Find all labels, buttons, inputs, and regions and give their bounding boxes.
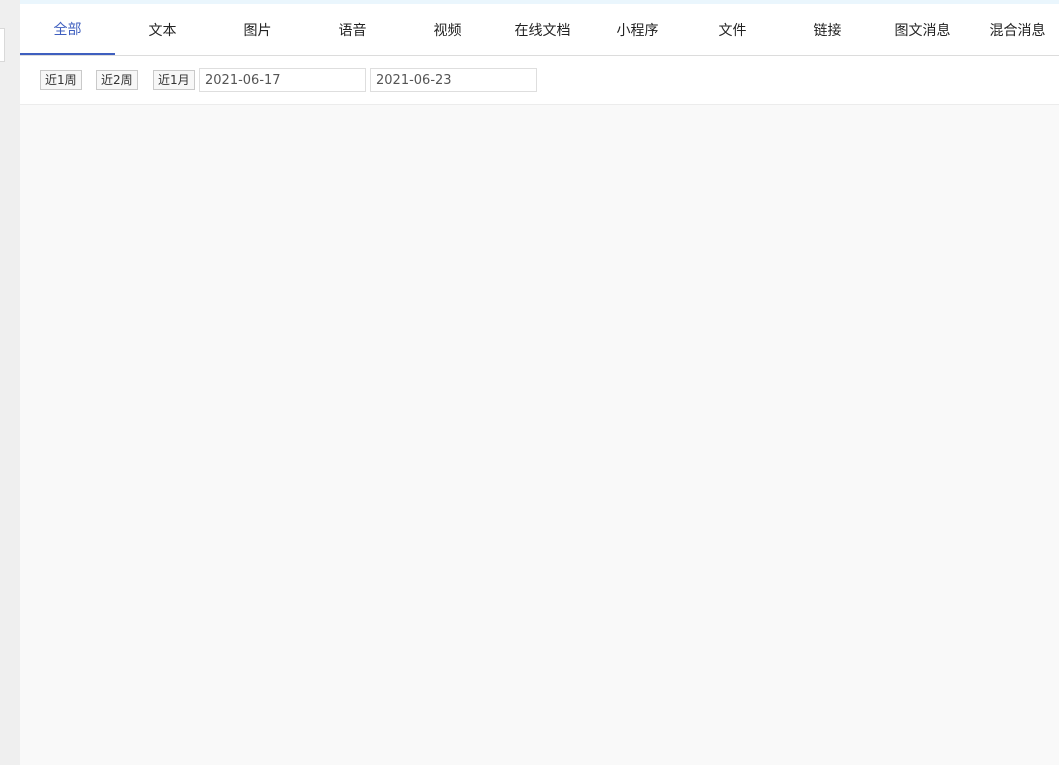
- left-panel-strip: [0, 0, 20, 765]
- main-panel: 全部 文本 图片 语音 视频 在线文档 小程序 文件 链接 图文消息 混合消息 …: [20, 0, 1059, 765]
- range-1-month-button[interactable]: 近1月: [153, 70, 195, 90]
- content-area: [20, 105, 1059, 765]
- tab-mixed-message[interactable]: 混合消息: [970, 4, 1059, 55]
- end-date-input[interactable]: [370, 68, 537, 92]
- start-date-input[interactable]: [199, 68, 366, 92]
- tab-online-doc[interactable]: 在线文档: [495, 4, 590, 55]
- tab-voice[interactable]: 语音: [305, 4, 400, 55]
- tab-video[interactable]: 视频: [400, 4, 495, 55]
- tab-text[interactable]: 文本: [115, 4, 210, 55]
- message-type-tabs: 全部 文本 图片 语音 视频 在线文档 小程序 文件 链接 图文消息 混合消息: [20, 4, 1059, 56]
- tab-image[interactable]: 图片: [210, 4, 305, 55]
- tab-mini-program[interactable]: 小程序: [590, 4, 685, 55]
- range-1-week-button[interactable]: 近1周: [40, 70, 82, 90]
- range-2-weeks-button[interactable]: 近2周: [96, 70, 138, 90]
- date-filter-bar: 近1周 近2周 近1月: [20, 56, 1059, 105]
- tab-file[interactable]: 文件: [685, 4, 780, 55]
- left-panel-edge: [0, 28, 5, 62]
- tab-rich-message[interactable]: 图文消息: [875, 4, 970, 55]
- tab-link[interactable]: 链接: [780, 4, 875, 55]
- tab-all[interactable]: 全部: [20, 4, 115, 55]
